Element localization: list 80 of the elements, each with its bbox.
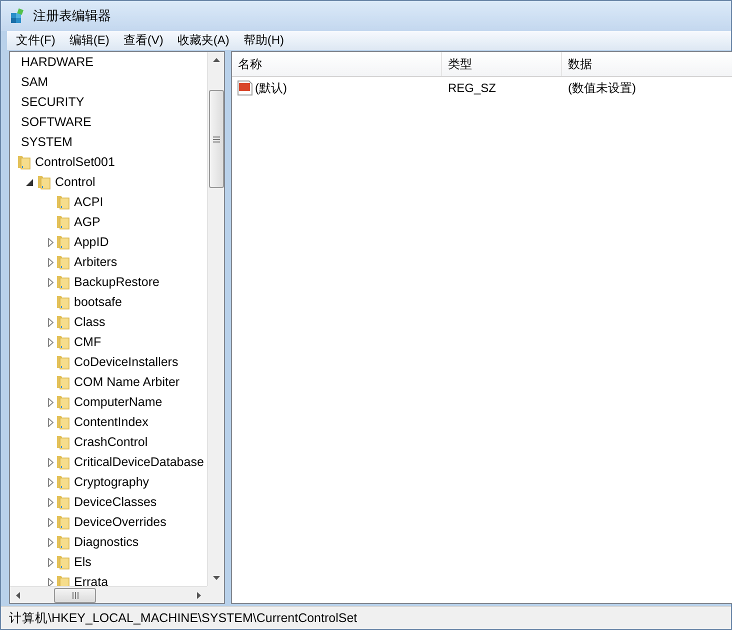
folder-icon (55, 314, 71, 330)
string-value-icon (237, 80, 253, 96)
tree-item[interactable]: CoDeviceInstallers (74, 355, 178, 369)
tree-item[interactable]: bootsafe (74, 295, 122, 309)
scroll-thumb[interactable] (54, 588, 96, 602)
tree-item[interactable]: DeviceClasses (74, 495, 157, 509)
tree-item[interactable]: COM Name Arbiter (74, 375, 180, 389)
tree-item[interactable]: SECURITY (21, 95, 84, 109)
folder-icon (55, 474, 71, 490)
table-cell-text: (数值未设置) (567, 80, 637, 96)
tree-item[interactable]: AppID (74, 235, 109, 249)
folder-icon (55, 494, 71, 510)
menu-item[interactable]: 收藏夹(A) (170, 32, 236, 49)
expand-toggle-icon[interactable] (46, 517, 56, 527)
expand-toggle-icon[interactable] (46, 457, 56, 467)
table-cell: (默认) (255, 80, 287, 96)
tree-item[interactable]: AGP (74, 215, 100, 229)
column-header[interactable]: 类型 (442, 52, 562, 76)
expand-toggle-icon[interactable] (46, 497, 56, 507)
tree-item[interactable]: SYSTEM (21, 135, 72, 149)
tree-item[interactable]: Diagnostics (74, 535, 139, 549)
expand-toggle-icon[interactable] (46, 397, 56, 407)
status-bar-path: 计算机\HKEY_LOCAL_MACHINE\SYSTEM\CurrentControlSet (9, 610, 358, 626)
folder-icon (55, 554, 71, 570)
menu-item[interactable]: 编辑(E) (62, 32, 116, 49)
expand-toggle-icon[interactable] (46, 277, 56, 287)
tree-item[interactable]: ComputerName (74, 395, 162, 409)
tree-item[interactable]: ControlSet001 (35, 155, 115, 169)
folder-icon (55, 454, 71, 470)
expand-toggle-icon[interactable] (46, 257, 56, 267)
tree-item[interactable]: BackupRestore (74, 275, 160, 289)
expand-toggle-icon[interactable] (46, 477, 56, 487)
folder-icon (55, 394, 71, 410)
folder-icon (55, 274, 71, 290)
folder-icon (55, 294, 71, 310)
tree-item[interactable]: CrashControl (74, 435, 148, 449)
tree-item[interactable]: ACPI (74, 195, 104, 209)
tree-item[interactable]: Control (55, 175, 96, 189)
folder-icon (55, 414, 71, 430)
expand-toggle-icon[interactable] (46, 317, 56, 327)
tree-item[interactable]: HARDWARE (21, 55, 94, 69)
tree-item[interactable]: Errata (74, 575, 108, 586)
folder-icon (36, 174, 52, 190)
folder-icon (55, 354, 71, 370)
menu-item[interactable]: 帮助(H) (236, 32, 291, 49)
expand-toggle-icon[interactable] (46, 237, 56, 247)
tree-item[interactable]: SAM (21, 75, 48, 89)
column-header[interactable]: 数据 (562, 52, 732, 76)
tree-item[interactable]: Els (74, 555, 92, 569)
tree-item[interactable]: Class (74, 315, 106, 329)
tree-item[interactable]: CMF (74, 335, 102, 349)
folder-icon (55, 254, 71, 270)
tree-item[interactable]: CriticalDeviceDatabase (74, 455, 204, 469)
folder-icon (55, 194, 71, 210)
vertical-scrollbar[interactable] (207, 52, 224, 586)
folder-icon (55, 534, 71, 550)
folder-icon (55, 514, 71, 530)
column-header[interactable]: 名称 (232, 52, 442, 76)
tree-item[interactable]: Cryptography (74, 475, 150, 489)
folder-icon (55, 334, 71, 350)
window-title: 注册表编辑器 (33, 7, 111, 25)
folder-icon (16, 154, 32, 170)
horizontal-scrollbar[interactable] (10, 586, 207, 603)
menu-item[interactable]: 文件(F) (9, 32, 62, 49)
tree-item[interactable]: Arbiters (74, 255, 118, 269)
scroll-thumb[interactable] (208, 90, 224, 188)
folder-icon (55, 234, 71, 250)
tree-item[interactable]: ContentIndex (74, 415, 148, 429)
folder-icon (55, 434, 71, 450)
expand-toggle-icon[interactable] (46, 417, 56, 427)
menu-item[interactable]: 查看(V) (116, 32, 170, 49)
tree-item[interactable]: DeviceOverrides (74, 515, 166, 529)
folder-icon (55, 214, 71, 230)
collapse-toggle-icon[interactable] (24, 177, 34, 187)
table-cell-text: REG_SZ (447, 81, 498, 95)
expand-toggle-icon[interactable] (46, 537, 56, 547)
folder-icon (55, 374, 71, 390)
tree-item[interactable]: SOFTWARE (21, 115, 92, 129)
expand-toggle-icon[interactable] (46, 557, 56, 567)
expand-toggle-icon[interactable] (46, 337, 56, 347)
